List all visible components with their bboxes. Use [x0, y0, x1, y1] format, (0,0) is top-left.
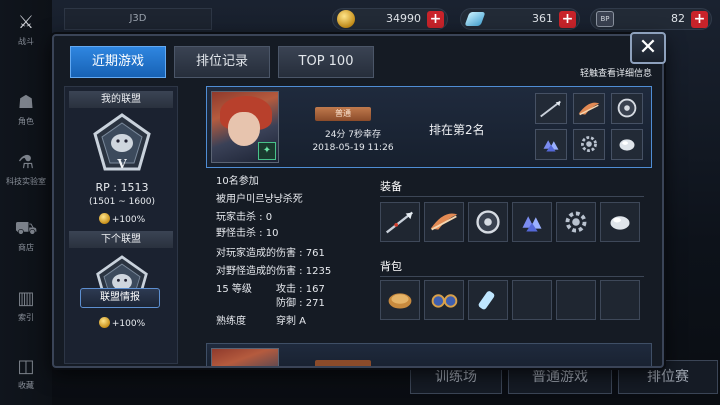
mini-item-slot [611, 93, 643, 124]
next-alliance-title: 下个联盟 [69, 231, 173, 248]
crossed-swords-icon: ⚔ [17, 12, 35, 33]
rp-range: (1501 ~ 1600) [88, 197, 156, 207]
equipment-slot[interactable] [556, 202, 596, 242]
tier-v-emblem: V [92, 113, 152, 175]
orb-icon [610, 216, 630, 230]
bag-slot[interactable] [556, 280, 596, 320]
ticket-icon: BP [596, 11, 614, 27]
coin-icon [98, 213, 110, 224]
bag-slot[interactable] [468, 280, 508, 320]
gem-cluster-icon [522, 216, 542, 232]
ticket-counter: BP 82 + [590, 8, 712, 30]
wing-blade-icon [578, 102, 600, 116]
bag-slot[interactable] [512, 280, 552, 320]
mini-item-slot [611, 129, 643, 160]
killed-by: 被用户미르냥냥杀死 [216, 194, 303, 205]
equipment-slot[interactable] [600, 202, 640, 242]
bag-slot[interactable] [600, 280, 640, 320]
attack-stat: 攻击 : 167 [276, 284, 325, 295]
mini-item-slot [573, 129, 605, 160]
tab-rank-records[interactable]: 排位记录 [174, 46, 270, 78]
record-dialog: 近期游戏 排位记录 TOP 100 轻触查看详细信息 我的联盟 V RP : 1… [52, 34, 664, 368]
spear-icon [385, 211, 414, 234]
add-gold-button[interactable]: + [427, 11, 444, 28]
game-screen: ⚔ 战斗 ☗ 角色 ⚗ 科技实验室 ⛟ 商店 ▥ 索引 ◫ 收藏 J3D 349… [0, 0, 720, 405]
disc-icon [617, 98, 637, 118]
bag-slot[interactable] [380, 280, 420, 320]
side-item-battle[interactable]: ⚔ 战斗 [0, 12, 52, 47]
next-bonus: +100% [65, 317, 179, 329]
orb-icon [619, 139, 635, 151]
mini-item-slot [535, 93, 567, 124]
equipment-title: 装备 [380, 180, 402, 193]
equipment-slot[interactable] [512, 202, 552, 242]
mini-item-slot [535, 129, 567, 160]
character-icon: ☗ [17, 92, 35, 113]
add-tickets-button[interactable]: + [691, 11, 708, 28]
close-button[interactable]: ✕ [630, 32, 666, 64]
flask-icon: ⚗ [17, 152, 35, 173]
player-name: J3D [64, 8, 212, 30]
tap-hint: 轻触查看详细信息 [579, 69, 652, 79]
character-portrait: ✦ [211, 91, 279, 163]
defense-stat: 防御 : 271 [276, 298, 325, 309]
gold-counter: 34990 + [332, 8, 448, 30]
side-item-lab[interactable]: ⚗ 科技实验室 [0, 152, 52, 187]
add-gems-button[interactable]: + [559, 11, 576, 28]
match-datetime: 2018-05-19 11:26 [312, 143, 394, 153]
my-alliance-title: 我的联盟 [69, 91, 173, 108]
proficiency-value: 穿刺 A [276, 316, 307, 327]
mode-badge [315, 360, 371, 366]
gem-cluster-icon [543, 140, 559, 152]
my-bonus: +100% [65, 213, 179, 225]
gear-icon [581, 136, 597, 152]
rank-result: 排在第2名 [429, 123, 485, 137]
rp-value: RP : 1513 [95, 181, 149, 194]
cart-icon: ⛟ [14, 218, 38, 239]
tab-recent-games[interactable]: 近期游戏 [70, 46, 166, 78]
proficiency-label: 熟练度 [216, 316, 246, 327]
gear-icon [565, 211, 587, 233]
side-item-shop[interactable]: ⛟ 商店 [0, 218, 52, 253]
monster-kills: 野怪击杀 : 10 [216, 228, 279, 239]
side-item-character[interactable]: ☗ 角色 [0, 92, 52, 127]
equipment-slot[interactable] [424, 202, 464, 242]
goggles-icon [431, 294, 458, 308]
open-book-icon: ◫ [17, 356, 35, 377]
level: 15 等级 [216, 284, 252, 295]
mode-badge: 普通 [315, 107, 371, 121]
character-portrait [211, 348, 279, 366]
skill-badge-icon: ✦ [258, 142, 276, 160]
survival-time: 24分 7秒幸存 [324, 130, 382, 140]
match-card-next[interactable] [206, 343, 652, 366]
coin-icon [337, 10, 355, 28]
disc-icon [476, 210, 500, 234]
bag-title: 背包 [380, 260, 402, 273]
side-item-collection[interactable]: ◫ 收藏 [0, 356, 52, 391]
bread-icon [388, 293, 412, 309]
equipment-slot[interactable] [380, 202, 420, 242]
gem-counter: 361 + [460, 8, 580, 30]
coin-icon [98, 317, 110, 328]
player-kills: 玩家击杀 : 0 [216, 212, 273, 223]
mini-item-slot [573, 93, 605, 124]
spear-icon [540, 100, 561, 118]
books-icon: ▥ [17, 288, 35, 309]
alliance-panel: 我的联盟 V RP : 1513 (1501 ~ 1600) +100% 下个联… [64, 86, 178, 364]
side-item-index[interactable]: ▥ 索引 [0, 288, 52, 323]
tier-v-label: V [116, 157, 127, 171]
side-menu: ⚔ 战斗 ☗ 角色 ⚗ 科技实验室 ⛟ 商店 ▥ 索引 ◫ 收藏 [0, 0, 52, 405]
tab-top-100[interactable]: TOP 100 [278, 46, 374, 78]
player-damage: 对玩家造成的伤害 : 761 [216, 248, 325, 259]
gem-icon [464, 12, 486, 26]
participants: 10名参加 [216, 176, 259, 187]
match-card[interactable]: ✦ 普通 24分 7秒幸存 2018-05-19 11:26 排在第2名 [206, 86, 652, 168]
equipment-slot[interactable] [468, 202, 508, 242]
alliance-info-button[interactable]: 联盟情报 [80, 288, 160, 308]
monster-damage: 对野怪造成的伤害 : 1235 [216, 266, 332, 277]
potion-icon [478, 291, 495, 310]
bag-slot[interactable] [424, 280, 464, 320]
wing-blade-icon [430, 213, 458, 231]
